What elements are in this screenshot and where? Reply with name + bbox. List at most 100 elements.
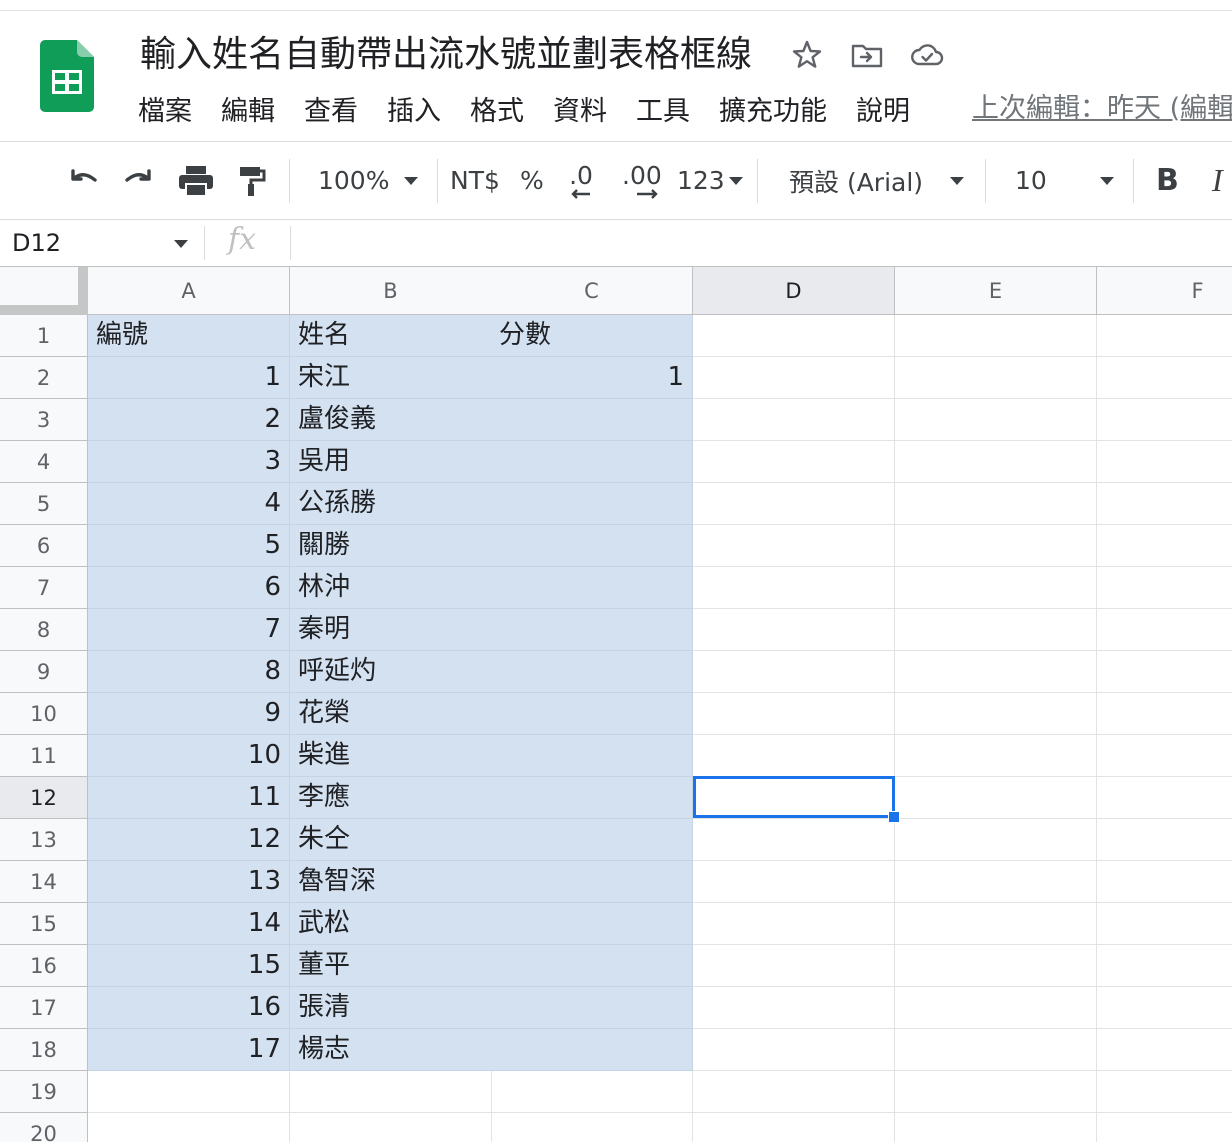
cell-b14[interactable]: 魯智深 — [290, 861, 492, 903]
cell-d19[interactable] — [693, 1071, 895, 1113]
freeze-rows-handle[interactable] — [0, 305, 88, 315]
menu-insert[interactable]: 插入 — [387, 92, 441, 132]
row-header-17[interactable]: 17 — [0, 987, 88, 1029]
zoom-dropdown[interactable] — [404, 142, 418, 219]
row-header-7[interactable]: 7 — [0, 567, 88, 609]
cell-e10[interactable] — [895, 693, 1097, 735]
cell-a4[interactable]: 3 — [88, 441, 290, 483]
row-header-1[interactable]: 1 — [0, 315, 88, 357]
paint-format-button[interactable] — [237, 142, 267, 219]
cell-f2[interactable] — [1097, 357, 1232, 399]
column-header-e[interactable]: E — [895, 267, 1097, 315]
cell-c19[interactable] — [491, 1071, 693, 1113]
cell-d2[interactable] — [693, 357, 895, 399]
cell-e7[interactable] — [895, 567, 1097, 609]
cell-d1[interactable] — [693, 315, 895, 357]
cell-d3[interactable] — [693, 399, 895, 441]
font-dropdown[interactable] — [950, 142, 964, 219]
document-title[interactable]: 輸入姓名自動帶出流水號並劃表格框線 — [140, 32, 752, 78]
cell-c1[interactable]: 分數 — [491, 315, 693, 357]
column-header-c[interactable]: C — [491, 267, 693, 315]
menu-tools[interactable]: 工具 — [636, 92, 690, 132]
cell-f8[interactable] — [1097, 609, 1232, 651]
cell-e2[interactable] — [895, 357, 1097, 399]
cell-d9[interactable] — [693, 651, 895, 693]
cell-d10[interactable] — [693, 693, 895, 735]
star-icon[interactable] — [790, 38, 824, 72]
cell-e8[interactable] — [895, 609, 1097, 651]
cell-b13[interactable]: 朱仝 — [290, 819, 492, 861]
row-header-19[interactable]: 19 — [0, 1071, 88, 1113]
cell-d16[interactable] — [693, 945, 895, 987]
cell-a17[interactable]: 16 — [88, 987, 290, 1029]
cell-a8[interactable]: 7 — [88, 609, 290, 651]
cell-e12[interactable] — [895, 777, 1097, 819]
cell-f15[interactable] — [1097, 903, 1232, 945]
cell-e4[interactable] — [895, 441, 1097, 483]
cell-a12[interactable]: 11 — [88, 777, 290, 819]
cell-d6[interactable] — [693, 525, 895, 567]
cell-f12[interactable] — [1097, 777, 1232, 819]
menu-extensions[interactable]: 擴充功能 — [719, 92, 827, 132]
cell-a10[interactable]: 9 — [88, 693, 290, 735]
cell-e14[interactable] — [895, 861, 1097, 903]
cell-a6[interactable]: 5 — [88, 525, 290, 567]
cell-c16[interactable] — [491, 945, 693, 987]
print-button[interactable] — [177, 142, 215, 219]
redo-button[interactable] — [120, 142, 158, 219]
cell-b18[interactable]: 楊志 — [290, 1029, 492, 1071]
cell-c4[interactable] — [491, 441, 693, 483]
menu-file[interactable]: 檔案 — [138, 92, 192, 132]
cell-f18[interactable] — [1097, 1029, 1232, 1071]
cell-a15[interactable]: 14 — [88, 903, 290, 945]
cell-b4[interactable]: 吳用 — [290, 441, 492, 483]
cell-c15[interactable] — [491, 903, 693, 945]
cell-f17[interactable] — [1097, 987, 1232, 1029]
row-header-3[interactable]: 3 — [0, 399, 88, 441]
cell-a14[interactable]: 13 — [88, 861, 290, 903]
cell-b8[interactable]: 秦明 — [290, 609, 492, 651]
cell-c6[interactable] — [491, 525, 693, 567]
sheets-logo-icon[interactable] — [40, 40, 94, 112]
name-box[interactable]: D12 — [12, 220, 61, 266]
cell-d15[interactable] — [693, 903, 895, 945]
row-header-20[interactable]: 20 — [0, 1113, 88, 1142]
cell-b19[interactable] — [290, 1071, 492, 1113]
cell-e3[interactable] — [895, 399, 1097, 441]
cell-f11[interactable] — [1097, 735, 1232, 777]
cell-f1[interactable] — [1097, 315, 1232, 357]
row-header-16[interactable]: 16 — [0, 945, 88, 987]
cell-e11[interactable] — [895, 735, 1097, 777]
cell-a7[interactable]: 6 — [88, 567, 290, 609]
menu-edit[interactable]: 編輯 — [221, 92, 275, 132]
cell-f13[interactable] — [1097, 819, 1232, 861]
cell-b3[interactable]: 盧俊義 — [290, 399, 492, 441]
cell-c18[interactable] — [491, 1029, 693, 1071]
row-header-5[interactable]: 5 — [0, 483, 88, 525]
cell-a18[interactable]: 17 — [88, 1029, 290, 1071]
cell-c17[interactable] — [491, 987, 693, 1029]
cell-b5[interactable]: 公孫勝 — [290, 483, 492, 525]
cloud-saved-icon[interactable] — [910, 38, 944, 72]
cell-b1[interactable]: 姓名 — [290, 315, 492, 357]
italic-button[interactable]: I — [1212, 142, 1223, 219]
column-header-d[interactable]: D — [693, 267, 895, 315]
cell-d13[interactable] — [693, 819, 895, 861]
cell-f20[interactable] — [1097, 1113, 1232, 1142]
cell-b12[interactable]: 李應 — [290, 777, 492, 819]
cell-c14[interactable] — [491, 861, 693, 903]
row-header-15[interactable]: 15 — [0, 903, 88, 945]
row-header-8[interactable]: 8 — [0, 609, 88, 651]
percent-button[interactable]: % — [520, 142, 544, 219]
cell-f6[interactable] — [1097, 525, 1232, 567]
cell-f4[interactable] — [1097, 441, 1232, 483]
cell-f10[interactable] — [1097, 693, 1232, 735]
zoom-select[interactable]: 100% — [318, 142, 389, 219]
cell-d18[interactable] — [693, 1029, 895, 1071]
font-select[interactable]: 預設 (Arial) — [789, 142, 923, 219]
cell-b6[interactable]: 關勝 — [290, 525, 492, 567]
active-cell-outline[interactable] — [693, 776, 895, 818]
formula-input[interactable] — [300, 220, 1220, 266]
chevron-down-icon[interactable] — [174, 240, 188, 248]
column-header-b[interactable]: B — [290, 267, 492, 315]
